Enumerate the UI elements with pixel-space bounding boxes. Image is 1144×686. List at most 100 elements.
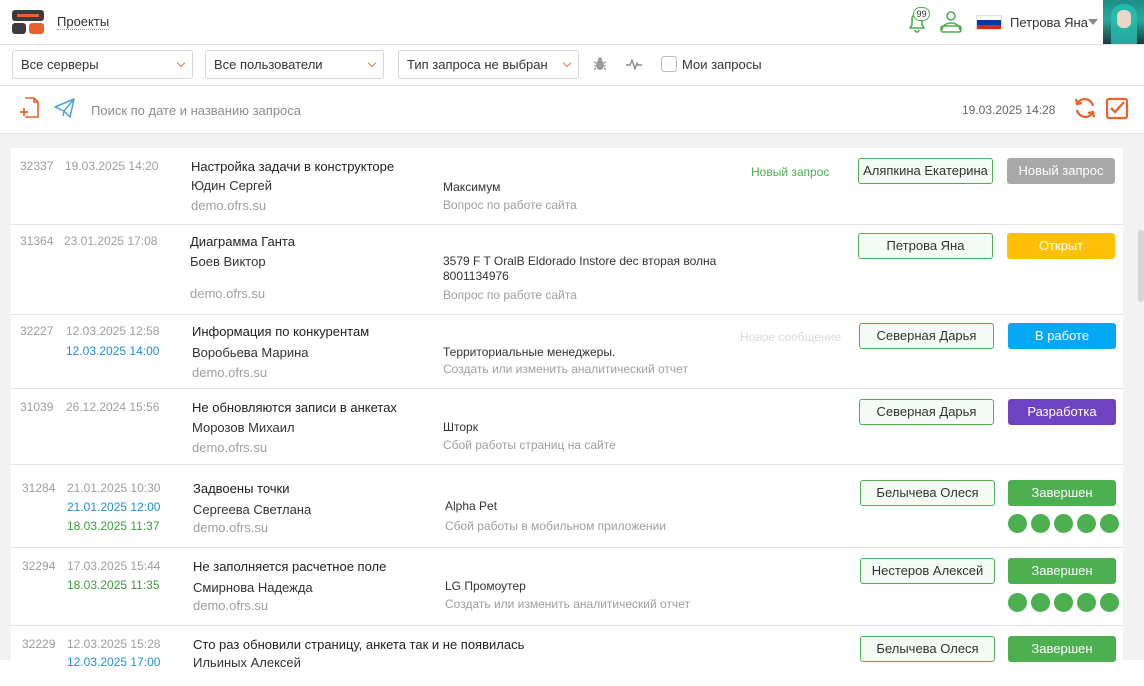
assignee-button[interactable]: Северная Дарья [859, 323, 994, 349]
request-author: Морозов Михаил [192, 420, 295, 435]
status-badge[interactable]: Разработка [1008, 399, 1116, 425]
request-row[interactable]: 32337 19.03.2025 14:20 Настройка задачи … [11, 148, 1123, 225]
request-created-date: 26.12.2024 15:56 [66, 400, 160, 414]
request-project: Alpha Pet [445, 499, 498, 513]
users-select[interactable]: Все пользователи [205, 50, 384, 79]
my-requests-checkbox[interactable] [661, 56, 677, 72]
russia-flag-icon[interactable] [976, 15, 1002, 30]
current-user-name[interactable]: Петрова Яна [1010, 15, 1088, 30]
activity-pulse-icon[interactable] [625, 55, 643, 73]
request-closed-date: 18.03.2025 11:35 [67, 578, 160, 592]
assignee-button[interactable]: Белычева Олеся [860, 636, 995, 662]
search-bar: 19.03.2025 14:28 [0, 86, 1144, 134]
request-title[interactable]: Сто раз обновили страницу, анкета так и … [193, 637, 524, 652]
request-row[interactable]: 31284 21.01.2025 10:30 21.01.2025 12:00 … [11, 465, 1123, 548]
bug-icon[interactable] [591, 55, 609, 73]
refresh-icon[interactable] [1073, 96, 1097, 120]
request-author: Смирнова Надежда [193, 580, 313, 595]
request-title[interactable]: Не заполняется расчетное поле [193, 559, 386, 574]
chevron-down-icon [176, 58, 186, 68]
request-id: 31039 [20, 400, 54, 414]
rating-dot [1008, 593, 1027, 612]
request-category: Вопрос по работе сайта [443, 288, 577, 302]
assignee-button[interactable]: Белычева Олеся [860, 480, 995, 506]
rating-dot [1031, 593, 1050, 612]
scrollbar[interactable] [1138, 230, 1144, 302]
request-site: demo.ofrs.su [192, 440, 268, 455]
request-author: Воробьева Марина [192, 345, 309, 360]
avatar[interactable] [1103, 0, 1144, 44]
rating-dots [1008, 593, 1119, 612]
assignee-button[interactable]: Аляпкина Екатерина [858, 158, 993, 184]
assignee-button[interactable]: Северная Дарья [859, 399, 994, 425]
request-id: 31284 [22, 481, 56, 495]
request-project: Максимум [443, 180, 501, 194]
request-title[interactable]: Диаграмма Ганта [190, 234, 295, 249]
request-deadline-date: 21.01.2025 12:00 [67, 500, 161, 514]
request-site: demo.ofrs.su [192, 365, 268, 380]
request-deadline-date: 12.03.2025 17:00 [67, 655, 161, 669]
request-created-date: 12.03.2025 15:28 [67, 637, 161, 651]
my-requests-label[interactable]: Мои запросы [682, 57, 762, 72]
request-deadline-date: 12.03.2025 14:00 [66, 344, 160, 358]
request-closed-date: 18.03.2025 11:37 [67, 519, 160, 533]
request-row[interactable]: 31039 26.12.2024 15:56 Не обновляются за… [11, 389, 1123, 465]
rating-dot [1100, 514, 1119, 533]
request-row[interactable]: 31364 23.01.2025 17:08 Диаграмма Ганта Б… [11, 225, 1123, 315]
app-logo-icon[interactable] [11, 9, 45, 35]
filter-bar: Все серверы Все пользователи Тип запроса… [0, 45, 1144, 86]
request-site: demo.ofrs.su [191, 198, 267, 213]
request-category: Сбой работы в мобильном приложении [445, 519, 666, 533]
request-author: Ильиных Алексей [193, 655, 301, 670]
request-created-date: 17.03.2025 15:44 [67, 559, 161, 573]
request-type-select[interactable]: Тип запроса не выбран [398, 50, 579, 79]
request-id: 32227 [20, 324, 54, 338]
servers-select[interactable]: Все серверы [12, 50, 193, 79]
request-category: Создать или изменить аналитический отчет [445, 597, 690, 611]
status-badge[interactable]: Завершен [1008, 636, 1116, 662]
request-author: Боев Виктор [190, 254, 266, 269]
status-badge[interactable]: Завершен [1008, 558, 1116, 584]
rating-dot [1077, 593, 1096, 612]
request-category: Вопрос по работе сайта [443, 198, 577, 212]
request-author: Сергеева Светлана [193, 502, 312, 517]
request-id: 32337 [20, 159, 54, 173]
request-title[interactable]: Настройка задачи в конструкторе [191, 159, 394, 174]
status-badge[interactable]: Завершен [1008, 480, 1116, 506]
search-input[interactable] [85, 96, 685, 124]
request-category: Сбой работы страниц на сайте [443, 438, 616, 452]
request-site: demo.ofrs.su [193, 520, 269, 535]
chevron-down-icon [367, 58, 377, 68]
request-row[interactable]: 32227 12.03.2025 12:58 12.03.2025 14:00 … [11, 315, 1123, 389]
requests-list: 32337 19.03.2025 14:20 Настройка задачи … [11, 148, 1123, 686]
rating-dot [1054, 593, 1073, 612]
request-created-date: 19.03.2025 14:20 [65, 159, 159, 173]
user-menu-chevron-down-icon[interactable] [1088, 19, 1098, 25]
new-request-file-plus-icon[interactable] [18, 96, 40, 120]
telegram-send-icon[interactable] [53, 97, 76, 119]
projects-link[interactable]: Проекты [57, 15, 110, 30]
status-badge[interactable]: Новый запрос [1007, 158, 1115, 184]
request-project: Территориальные менеджеры. [443, 345, 616, 359]
rating-dot [1077, 514, 1096, 533]
chevron-down-icon [562, 58, 572, 68]
top-bar: Проекты 99 Петрова Яна [0, 0, 1144, 45]
request-created-date: 23.01.2025 17:08 [64, 234, 158, 248]
request-title[interactable]: Не обновляются записи в анкетах [192, 400, 397, 415]
request-title[interactable]: Информация по конкурентам [192, 324, 369, 339]
assignee-button[interactable]: Нестеров Алексей [860, 558, 995, 584]
request-author: Юдин Сергей [191, 178, 272, 193]
checkbox-checked-icon[interactable] [1105, 96, 1129, 120]
request-title[interactable]: Задвоены точки [193, 481, 290, 496]
request-id: 32294 [22, 559, 56, 573]
status-badge[interactable]: В работе [1008, 323, 1116, 349]
support-users-icon[interactable] [938, 8, 964, 36]
request-row[interactable]: 32294 17.03.2025 15:44 18.03.2025 11:35 … [11, 548, 1123, 626]
rating-dot [1031, 514, 1050, 533]
request-id: 31364 [20, 234, 54, 248]
assignee-button[interactable]: Петрова Яна [858, 233, 993, 259]
status-badge[interactable]: Открыт [1007, 233, 1115, 259]
request-project: Шторк [443, 420, 478, 434]
request-row[interactable]: 32229 12.03.2025 15:28 12.03.2025 17:00 … [11, 626, 1123, 686]
servers-select-value: Все серверы [21, 57, 99, 72]
